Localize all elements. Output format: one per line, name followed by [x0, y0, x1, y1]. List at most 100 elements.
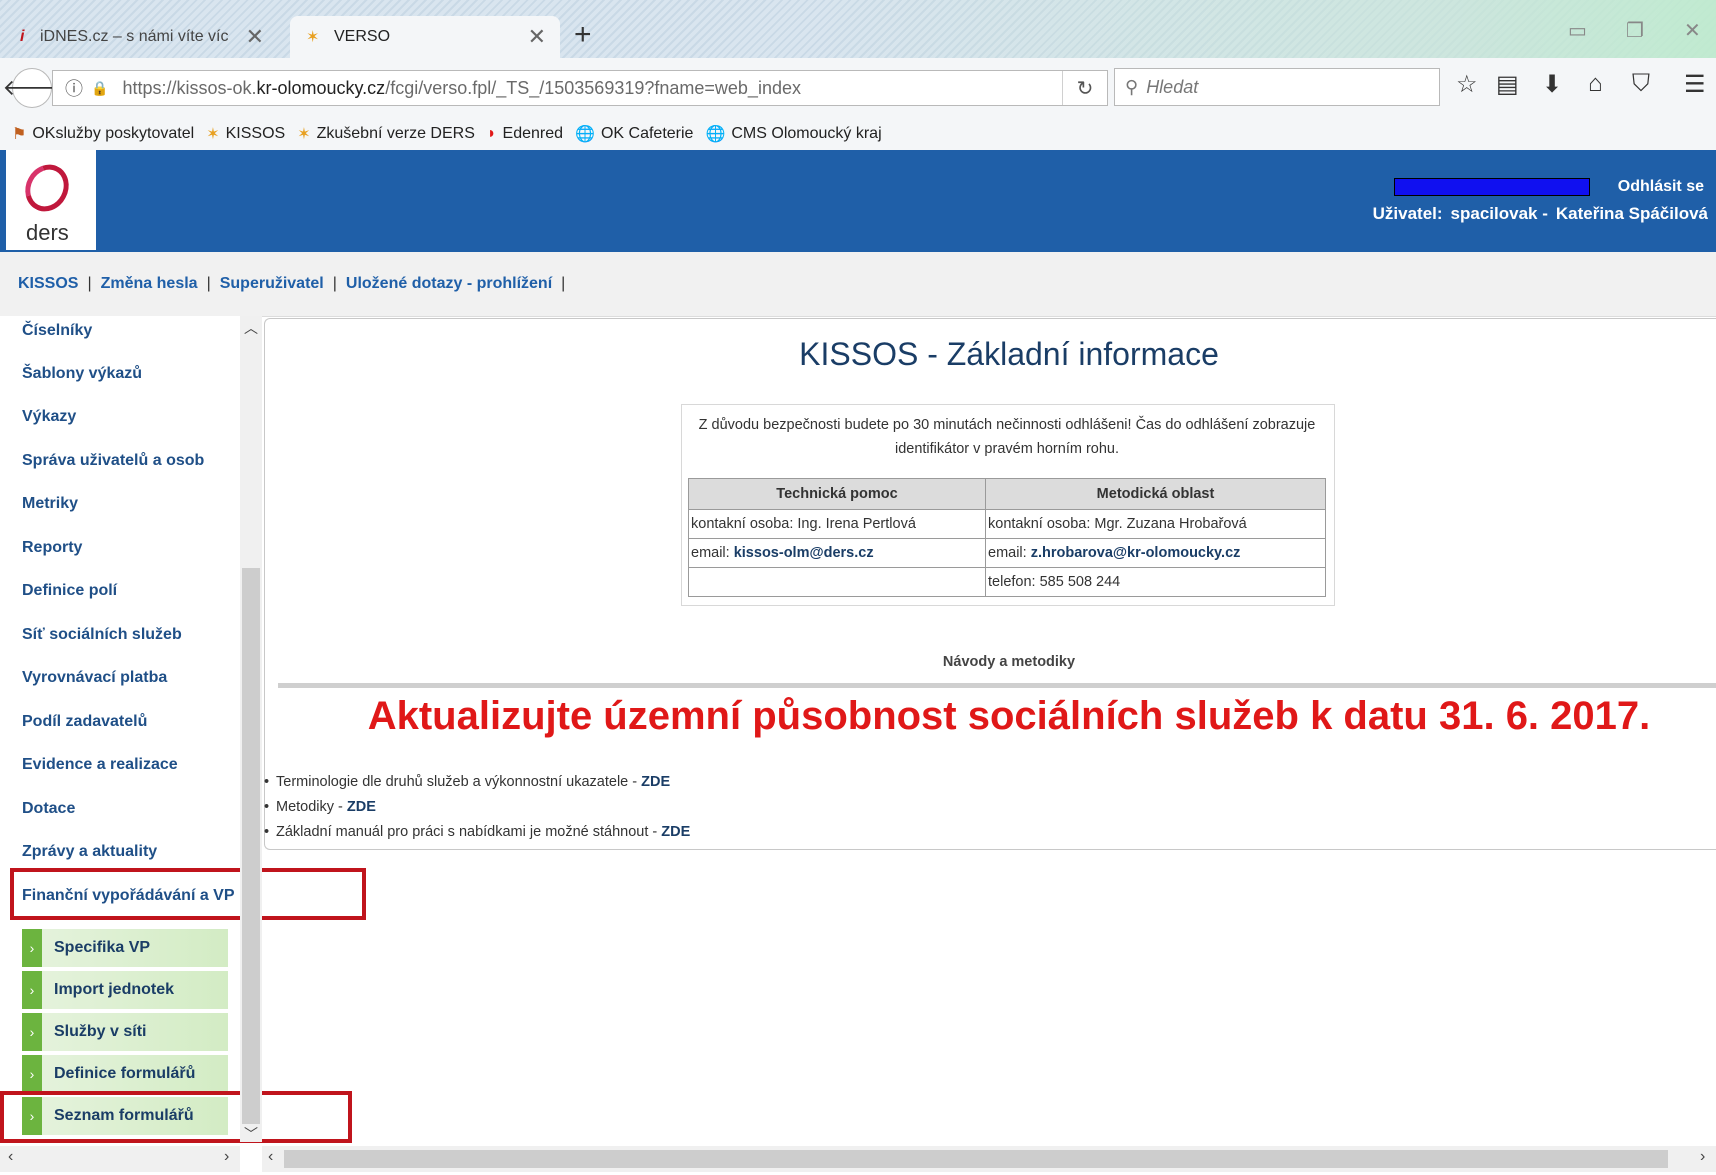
ders-logo[interactable]: ders — [6, 150, 96, 250]
reload-icon[interactable]: ↻ — [1062, 71, 1107, 105]
sidebar-item-sablony-vykazu[interactable]: Šablony výkazů — [22, 365, 142, 383]
sidebar-item-zpravy-a-aktuality[interactable]: Zprávy a aktuality — [22, 843, 157, 861]
verso-favicon-icon: ✶ — [306, 29, 320, 46]
bookmark-kissos[interactable]: ✶ KISSOS — [206, 124, 285, 144]
sidebar-item-sprava-uzivatelu[interactable]: Správa uživatelů a osob — [22, 452, 204, 470]
restore-icon[interactable]: ❐ — [1626, 18, 1644, 43]
sidebar-item-vyrovnavaci-platba[interactable]: Vyrovnávací platba — [22, 669, 167, 687]
home-icon[interactable]: ⌂ — [1588, 70, 1603, 98]
sidebar-item-vykazy[interactable]: Výkazy — [22, 408, 76, 426]
chevron-right-icon: › — [22, 1013, 42, 1051]
contact-table: Technická pomoc Metodická oblast kontakn… — [688, 478, 1326, 597]
submenu-item-import-jednotek[interactable]: › Import jednotek — [22, 971, 228, 1009]
submenu-item-definice-formularu[interactable]: › Definice formulářů — [22, 1055, 228, 1093]
table-cell: kontakní osoba: Ing. Irena Pertlová — [688, 509, 986, 539]
sidebar-item-reporty[interactable]: Reporty — [22, 539, 82, 557]
email-link[interactable]: kissos-olm@ders.cz — [734, 545, 874, 561]
new-tab-button[interactable]: + — [574, 18, 592, 52]
globe-icon: 🌐 — [575, 126, 595, 143]
close-window-icon[interactable]: ✕ — [1684, 18, 1701, 43]
zde-link[interactable]: ZDE — [641, 774, 670, 790]
chevron-right-icon: › — [22, 929, 42, 967]
table-cell: email: z.hrobarova@kr-olomoucky.cz — [985, 538, 1326, 568]
submenu-item-specifika-vp[interactable]: › Specifika VP — [22, 929, 228, 967]
scroll-down-icon[interactable]: ﹀ — [244, 1124, 258, 1144]
zde-link[interactable]: ZDE — [661, 824, 690, 840]
bookmarks-library-icon[interactable]: ▤ — [1496, 70, 1519, 99]
close-tab-icon[interactable]: ✕ — [528, 24, 546, 50]
sidebar-item-ciselniky[interactable]: Číselníky — [22, 322, 92, 340]
verso-icon: ✶ — [206, 126, 220, 143]
user-info: Uživatel: spacilovak - Kateřina Spáčilová — [1365, 204, 1708, 224]
highlight-box — [10, 868, 366, 920]
bookmark-cms[interactable]: 🌐 CMS Olomoucký kraj — [705, 124, 881, 144]
sidebar-item-definice-poli[interactable]: Definice polí — [22, 582, 117, 600]
sidebar-horizontal-scrollbar[interactable] — [0, 1146, 240, 1172]
bookmark-okluzby[interactable]: ⚑ OKslužby poskytovatel — [12, 124, 194, 144]
submenu-item-sluzby-v-siti[interactable]: › Služby v síti — [22, 1013, 228, 1051]
scroll-left-icon[interactable]: ‹ — [8, 1148, 13, 1166]
menu-separator: | — [206, 275, 211, 292]
tab-verso[interactable]: ✶ VERSO ✕ — [290, 16, 560, 58]
menu-kissos[interactable]: KISSOS — [18, 275, 78, 293]
menu-icon[interactable]: ☰ — [1684, 70, 1706, 99]
scroll-up-icon[interactable]: ︿ — [244, 318, 258, 338]
bookmarks-toolbar: ⚑ OKslužby poskytovatel ✶ KISSOS ✶ Zkušební… — [0, 118, 1716, 151]
sidebar-item-metriky[interactable]: Metriky — [22, 495, 78, 513]
tab-idnes[interactable]: i iDNES.cz – s námi víte víc ✕ — [8, 16, 278, 58]
user-name: Kateřina Spáčilová — [1555, 204, 1708, 223]
bookmark-ders-trial[interactable]: ✶ Zkušební verze DERS — [297, 124, 475, 144]
menu-change-password[interactable]: Změna hesla — [101, 275, 198, 293]
pocket-icon[interactable]: ⛉ — [1632, 70, 1650, 98]
logout-link[interactable]: Odhlásit se — [1618, 178, 1704, 196]
sidebar-item-dotace[interactable]: Dotace — [22, 800, 75, 818]
search-icon: ⚲ — [1125, 76, 1139, 97]
browser-tab-strip: i iDNES.cz – s námi víte víc ✕ ✶ VERSO ✕… — [0, 0, 1716, 58]
list-item: Základní manuál pro práci s nabídkami je… — [264, 824, 690, 849]
download-icon[interactable]: ⬇ — [1542, 70, 1562, 99]
table-header-row: Technická pomoc Metodická oblast — [688, 478, 1326, 510]
sidebar-item-evidence-a-realizace[interactable]: Evidence a realizace — [22, 756, 178, 774]
idnes-favicon-icon: i — [20, 28, 25, 45]
bookmark-ok-cafeterie[interactable]: 🌐 OK Cafeterie — [575, 124, 693, 144]
scroll-left-icon[interactable]: ‹ — [268, 1148, 273, 1166]
menu-separator: | — [332, 275, 337, 292]
content-scrollbar-thumb[interactable] — [284, 1150, 1668, 1168]
menu-separator: | — [87, 275, 92, 292]
site-header: ders Odhlásit se Uživatel: spacilovak - Ka… — [0, 150, 1716, 252]
info-icon[interactable]: ⓘ — [65, 75, 83, 101]
minimize-icon[interactable]: ▭ — [1568, 18, 1587, 43]
email-link[interactable]: z.hrobarova@kr-olomoucky.cz — [1031, 545, 1241, 561]
back-button[interactable]: 🡐 — [3, 68, 62, 108]
menu-superuser[interactable]: Superuživatel — [220, 275, 324, 293]
guides-heading: Návody a metodiky — [942, 654, 1076, 670]
security-notice: Z důvodu bezpečnosti budete po 30 minutá… — [698, 417, 1316, 457]
address-bar[interactable]: ⓘ 🔒 https://kissos-ok.kr-olomoucky.cz/fc… — [52, 70, 1108, 106]
bookmark-icon: ⚑ — [12, 126, 27, 143]
chevron-right-icon: › — [22, 1055, 42, 1093]
browser-navbar: 🡐 ⓘ 🔒 https://kissos-ok.kr-olomoucky.cz/… — [0, 58, 1716, 118]
search-input[interactable]: ⚲ Hledat — [1114, 68, 1440, 106]
page-title: KISSOS - Základní informace — [799, 336, 1219, 372]
bookmark-edenred[interactable]: ◗ Edenred — [487, 125, 563, 143]
table-cell: telefon: 585 508 244 — [985, 567, 1326, 597]
menu-separator: | — [561, 275, 566, 292]
highlight-box — [0, 1091, 352, 1143]
zde-link[interactable]: ZDE — [347, 799, 376, 815]
tab-title: VERSO — [334, 28, 391, 45]
announcement: Aktualizujte územní působnost sociálních… — [367, 694, 1651, 738]
bookmark-star-icon[interactable]: ☆ — [1456, 70, 1478, 99]
scroll-right-icon[interactable]: › — [1700, 1148, 1705, 1166]
search-placeholder: Hledat — [1146, 76, 1199, 97]
sidebar-scrollbar-thumb[interactable] — [242, 568, 260, 1124]
list-item: Terminologie dle druhů služeb a výkonnos… — [264, 774, 690, 799]
sidebar-item-sit-socialnich-sluzeb[interactable]: Síť sociálních služeb — [22, 626, 182, 644]
menu-saved-queries[interactable]: Uložené dotazy - prohlížení — [346, 275, 552, 293]
sidebar-item-podil-zadavatelu[interactable]: Podíl zadavatelů — [22, 713, 147, 731]
user-login: spacilovak - — [1450, 204, 1548, 223]
session-timer-bar — [1394, 178, 1590, 196]
close-tab-icon[interactable]: ✕ — [246, 24, 264, 50]
scroll-right-icon[interactable]: › — [224, 1148, 229, 1166]
table-row: email: kissos-olm@ders.cz email: z.hroba… — [688, 538, 1326, 568]
table-header-cell: Technická pomoc — [688, 478, 986, 510]
